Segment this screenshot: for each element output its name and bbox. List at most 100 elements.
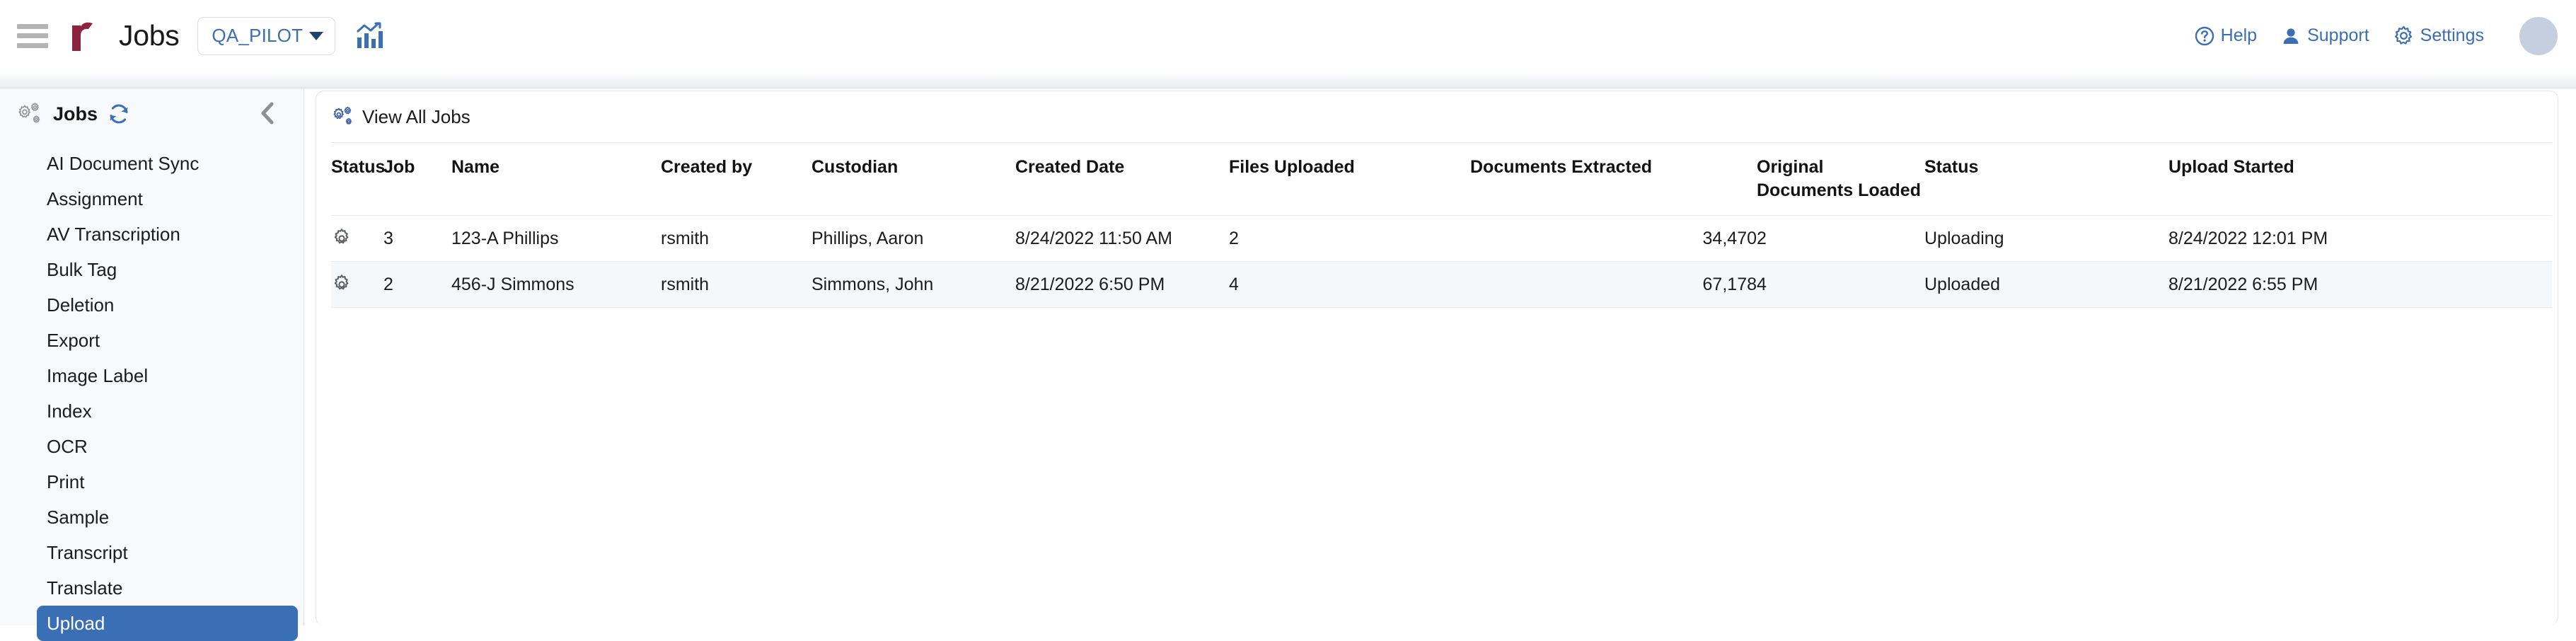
chevron-down-icon — [309, 31, 324, 40]
col-header-name[interactable]: Name — [451, 142, 661, 216]
sidebar-item-translate[interactable]: Translate — [37, 570, 298, 606]
sidebar-title: Jobs — [53, 103, 98, 125]
sidebar-item-label: Upload — [47, 612, 105, 634]
gear-icon — [2394, 25, 2412, 45]
sidebar-item-label: OCR — [47, 435, 88, 457]
col-header-files-uploaded[interactable]: Files Uploaded — [1229, 142, 1470, 216]
hamburger-menu-icon[interactable] — [17, 23, 48, 48]
gear-icon — [334, 229, 349, 244]
sidebar-job-type-list: AI Document Sync Assignment AV Transcrip… — [0, 146, 304, 641]
view-all-jobs-header: View All Jobs — [316, 91, 2558, 142]
sidebar-item-deletion[interactable]: Deletion — [37, 287, 298, 323]
cell-name: 456-J Simmons — [451, 261, 661, 308]
col-header-created-by[interactable]: Created by — [661, 142, 812, 216]
workspace-selected-label: QA_PILOT — [212, 25, 304, 46]
help-circle-icon — [2195, 26, 2214, 45]
user-avatar[interactable] — [2519, 16, 2558, 55]
sidebar-item-index[interactable]: Index — [37, 393, 298, 429]
sidebar-header: Jobs — [0, 88, 304, 126]
top-app-bar: Jobs QA_PILOT Help Support Settings — [0, 0, 2576, 71]
col-header-status[interactable]: Status — [331, 142, 385, 216]
cell-upload-started: 8/21/2022 6:55 PM — [2168, 261, 2552, 308]
hamburger-bar — [17, 33, 48, 38]
sidebar-item-label: Translate — [47, 577, 123, 599]
jobs-panel: View All Jobs Status Job Name Created by… — [316, 91, 2558, 625]
analytics-chart-icon[interactable] — [355, 22, 385, 50]
cell-original-documents-loaded: 4 — [1757, 261, 1924, 308]
col-header-original-documents-loaded[interactable]: Original Documents Loaded — [1757, 142, 1924, 216]
gear-icon — [334, 275, 349, 290]
row-status-gear-cell[interactable] — [331, 215, 383, 262]
topbar-divider — [0, 71, 2576, 88]
col-header-created-date[interactable]: Created Date — [1015, 142, 1229, 216]
sidebar-item-transcript[interactable]: Transcript — [37, 535, 298, 570]
sidebar-item-label: Deletion — [47, 294, 115, 316]
hamburger-bar — [17, 42, 48, 48]
topbar-actions: Help Support Settings — [2195, 16, 2576, 55]
chevron-left-icon — [261, 102, 274, 125]
help-button[interactable]: Help — [2195, 25, 2257, 46]
jobs-table: Status Job Name Created by Custodian Cre… — [331, 142, 2552, 308]
sidebar-item-label: Index — [47, 400, 92, 422]
cell-created-date: 8/24/2022 11:50 AM — [1015, 215, 1229, 262]
sidebar-item-upload[interactable]: Upload — [37, 606, 298, 641]
sidebar-item-ai-document-sync[interactable]: AI Document Sync — [37, 146, 298, 181]
table-row[interactable]: 2 456-J Simmons rsmith Simmons, John 8/2… — [331, 261, 2552, 308]
col-header-job[interactable]: Job — [383, 142, 451, 216]
cell-files-uploaded: 2 — [1229, 215, 1470, 262]
cell-documents-extracted: 67,178 — [1470, 261, 1757, 308]
row-status-gear-cell[interactable] — [331, 261, 383, 308]
user-support-icon — [2283, 28, 2299, 44]
relativity-r-logo-icon[interactable] — [69, 20, 99, 52]
sidebar-item-label: Transcript — [47, 541, 128, 563]
sidebar: Jobs AI Document Sync Assignment AV Tran… — [0, 88, 304, 641]
table-row[interactable]: 3 123-A Phillips rsmith Phillips, Aaron … — [331, 215, 2552, 262]
gears-icon-blue — [333, 106, 352, 125]
sidebar-item-label: Assignment — [47, 187, 143, 209]
cell-job: 3 — [383, 215, 451, 262]
refresh-icon[interactable] — [107, 102, 131, 126]
col-header-upload-started[interactable]: Upload Started — [2168, 142, 2552, 216]
support-button[interactable]: Support — [2281, 25, 2369, 46]
col-header-upload-status[interactable]: Status — [1924, 142, 2168, 216]
view-all-jobs-link[interactable]: View All Jobs — [362, 106, 470, 128]
sidebar-item-bulk-tag[interactable]: Bulk Tag — [37, 252, 298, 287]
sidebar-item-export[interactable]: Export — [37, 323, 298, 358]
cell-upload-started: 8/24/2022 12:01 PM — [2168, 215, 2552, 262]
page-title: Jobs — [119, 19, 180, 52]
sidebar-item-av-transcription[interactable]: AV Transcription — [37, 216, 298, 252]
sidebar-item-label: Sample — [47, 506, 110, 528]
help-label: Help — [2220, 25, 2258, 45]
hamburger-bar — [17, 23, 48, 29]
sidebar-item-print[interactable]: Print — [37, 464, 298, 499]
cell-job: 2 — [383, 261, 451, 308]
sidebar-item-image-label[interactable]: Image Label — [37, 358, 298, 393]
cell-documents-extracted: 34,470 — [1470, 215, 1757, 262]
sidebar-item-label: Image Label — [47, 364, 149, 386]
sidebar-item-assignment[interactable]: Assignment — [37, 181, 298, 216]
settings-button[interactable]: Settings — [2393, 25, 2484, 46]
jobs-table-body: 3 123-A Phillips rsmith Phillips, Aaron … — [331, 215, 2552, 308]
col-header-custodian[interactable]: Custodian — [812, 142, 1015, 216]
support-label: Support — [2307, 25, 2369, 45]
sidebar-item-label: AI Document Sync — [47, 152, 200, 174]
cell-original-documents-loaded: 2 — [1757, 215, 1924, 262]
cell-upload-status: Uploaded — [1924, 261, 2168, 308]
cell-name: 123-A Phillips — [451, 215, 661, 262]
table-header-row: Status Job Name Created by Custodian Cre… — [331, 142, 2552, 216]
sidebar-item-label: Bulk Tag — [47, 258, 117, 280]
sidebar-collapse-button[interactable] — [258, 101, 277, 125]
cell-created-date: 8/21/2022 6:50 PM — [1015, 261, 1229, 308]
sidebar-item-label: Export — [47, 329, 100, 351]
gears-icon — [18, 103, 40, 123]
cell-upload-status: Uploading — [1924, 215, 2168, 262]
sidebar-item-sample[interactable]: Sample — [37, 499, 298, 535]
cell-created-by: rsmith — [661, 215, 812, 262]
cell-custodian: Simmons, John — [812, 261, 1015, 308]
cell-created-by: rsmith — [661, 261, 812, 308]
cell-custodian: Phillips, Aaron — [812, 215, 1015, 262]
workspace-selector[interactable]: QA_PILOT — [197, 16, 336, 55]
col-header-documents-extracted[interactable]: Documents Extracted — [1470, 142, 1757, 216]
sidebar-item-ocr[interactable]: OCR — [37, 429, 298, 464]
cell-files-uploaded: 4 — [1229, 261, 1470, 308]
